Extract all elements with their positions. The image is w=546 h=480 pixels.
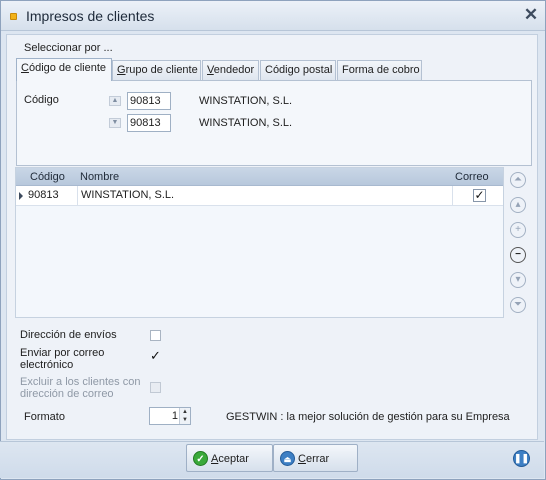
app-icon (10, 13, 17, 20)
table-row[interactable]: 90813 WINSTATION, S.L. ✓ (16, 186, 503, 206)
formato-value[interactable]: 1 (150, 408, 178, 424)
clients-grid[interactable]: Código Nombre Correo 90813 WINSTATION, S… (15, 167, 504, 318)
tab-forma-cobro[interactable]: Forma de cobro (337, 60, 422, 80)
code-from-name: WINSTATION, S.L. (199, 95, 293, 107)
direccion-envios-label: Dirección de envíos (20, 329, 117, 341)
range-end-icon[interactable]: ▼ (109, 118, 121, 128)
first-icon[interactable]: ⏶ (510, 172, 526, 188)
add-icon[interactable]: + (510, 222, 526, 238)
tab-codigo-postal[interactable]: Código postal (260, 60, 336, 80)
pause-icon[interactable]: ❚❚ (513, 450, 530, 467)
cancel-label: Cerrar (298, 453, 330, 465)
grid-header: Código Nombre Correo (16, 168, 503, 186)
row-indicator-icon (19, 192, 23, 200)
formato-spin-icon[interactable]: ▲ ▼ (179, 408, 190, 424)
excluir-label: Excluir a los clientes con dirección de c… (20, 376, 141, 400)
window-title: Impresos de clientes (26, 8, 155, 24)
previous-icon[interactable]: ▴ (510, 197, 526, 213)
eject-icon: ⏏ (280, 451, 295, 466)
column-header-codigo[interactable]: Código (30, 171, 65, 183)
column-header-correo[interactable]: Correo (455, 171, 489, 183)
tab-vendedor[interactable]: Vendedor (202, 60, 259, 80)
code-to-input[interactable]: 90813 (127, 114, 171, 132)
enviar-correo-label: Enviar por correo electrónico (20, 347, 105, 371)
column-header-nombre[interactable]: Nombre (80, 171, 119, 183)
code-from-input[interactable]: 90813 (127, 92, 171, 110)
title-bar: Impresos de clientes ✕ (1, 1, 545, 31)
next-icon[interactable]: ▾ (510, 272, 526, 288)
formato-stepper[interactable]: 1 ▲ ▼ (149, 407, 191, 425)
direccion-envios-checkbox[interactable] (150, 330, 161, 341)
promo-text: GESTWIN : la mejor solución de gestión p… (226, 411, 510, 423)
cancel-button[interactable]: ⏏ Cerrar (273, 444, 358, 472)
close-icon[interactable]: ✕ (522, 6, 540, 24)
tab-codigo-cliente[interactable]: Código de cliente (16, 58, 112, 81)
code-to-name: WINSTATION, S.L. (199, 117, 293, 129)
codigo-label: Código (24, 94, 59, 106)
cell-codigo[interactable]: 90813 (25, 186, 78, 205)
tab-grupo-cliente[interactable]: Grupo de cliente (112, 60, 201, 80)
check-icon: ✓ (193, 451, 208, 466)
enviar-correo-checkbox[interactable]: ✓ (150, 349, 161, 362)
excluir-checkbox (150, 382, 161, 393)
cell-correo-checkbox[interactable]: ✓ (473, 189, 486, 202)
accept-button[interactable]: ✓ Aceptar (186, 444, 273, 472)
accept-label: Aceptar (211, 453, 249, 465)
selection-group-label: Seleccionar por ... (24, 42, 113, 54)
remove-icon[interactable]: − (510, 247, 526, 263)
last-icon[interactable]: ⏷ (510, 297, 526, 313)
cell-nombre[interactable]: WINSTATION, S.L. (78, 186, 453, 205)
range-start-icon[interactable]: ▲ (109, 96, 121, 106)
formato-label: Formato (24, 411, 65, 423)
